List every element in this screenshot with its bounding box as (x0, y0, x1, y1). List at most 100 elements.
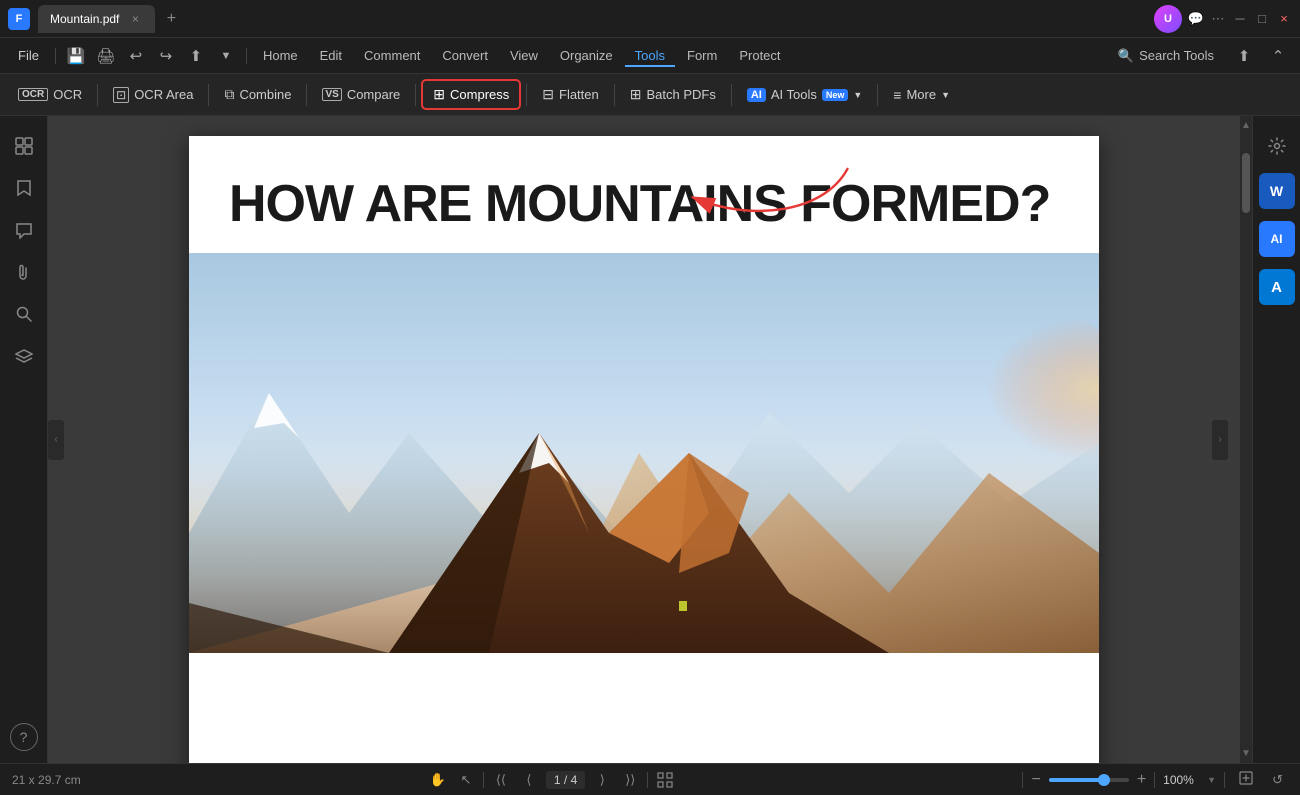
menu-view[interactable]: View (500, 44, 548, 67)
zoom-fill (1049, 778, 1101, 782)
pdf-image (189, 253, 1099, 653)
nav-prev-button[interactable]: ⟨ (518, 769, 540, 791)
azure-plugin-button[interactable]: A (1259, 269, 1295, 305)
ai-tools-button[interactable]: AI AI Tools New ▼ (737, 82, 872, 107)
menu-convert[interactable]: Convert (432, 44, 498, 67)
compare-button[interactable]: VS Compare (312, 82, 410, 107)
ocr-area-button[interactable]: ⊡ OCR Area (103, 82, 203, 108)
fit-page-button[interactable] (1233, 768, 1259, 791)
zoom-slider[interactable] (1049, 778, 1129, 782)
dropdown-icon[interactable]: ▼ (212, 42, 240, 70)
status-bar: 21 x 29.7 cm ✋ ↖ ⟨⟨ ⟨ 1 / 4 ⟩ ⟩⟩ − + 100… (0, 763, 1300, 795)
page-dimensions: 21 x 29.7 cm (12, 773, 81, 787)
share-icon[interactable]: ⬆ (182, 42, 210, 70)
scroll-thumb[interactable] (1242, 153, 1250, 213)
menu-form[interactable]: Form (677, 44, 727, 67)
sidebar-settings-icon[interactable] (1259, 128, 1295, 164)
compare-label: Compare (347, 87, 400, 102)
flatten-label: Flatten (559, 87, 599, 102)
flatten-icon: ⊟ (542, 86, 554, 103)
zoom-in-button[interactable]: + (1137, 771, 1146, 789)
search-sidebar-icon[interactable] (6, 296, 42, 332)
tab-name: Mountain.pdf (50, 12, 119, 26)
page-indicator[interactable]: 1 / 4 (546, 771, 585, 789)
menu-separator-2 (246, 48, 247, 64)
left-sidebar: ? (0, 116, 48, 763)
zoom-dropdown-icon[interactable]: ▼ (1207, 775, 1216, 785)
cursor-tool-button[interactable]: ↖ (455, 769, 477, 791)
pdf-title: HOW ARE MOUNTAINS FORMED? (189, 136, 1099, 253)
batch-pdfs-icon: ⊞ (630, 86, 642, 103)
compress-button[interactable]: ⊞ Compress (421, 79, 521, 110)
attachments-icon[interactable] (6, 254, 42, 290)
menu-edit[interactable]: Edit (310, 44, 352, 67)
tab-close-button[interactable]: × (127, 11, 143, 27)
comments-icon[interactable] (6, 212, 42, 248)
menu-home[interactable]: Home (253, 44, 308, 67)
redo-icon[interactable]: ↪ (152, 42, 180, 70)
nav-first-button[interactable]: ⟨⟨ (490, 769, 512, 791)
toolbar-sep-1 (97, 84, 98, 106)
search-tools-button[interactable]: 🔍 Search Tools (1108, 44, 1224, 68)
search-icon: 🔍 (1118, 48, 1134, 64)
search-tools-label: Search Tools (1139, 48, 1214, 63)
ai-tools-dropdown: ▼ (853, 90, 862, 100)
menu-comment[interactable]: Comment (354, 44, 430, 67)
ocr-label: OCR (53, 87, 82, 102)
layers-icon[interactable] (6, 338, 42, 374)
ai-tools-icon: AI (747, 88, 766, 102)
combine-icon: ⧉ (224, 86, 234, 103)
print-icon[interactable]: 🖨 (92, 42, 120, 70)
more-label: More (906, 87, 936, 102)
rotate-button[interactable]: ↺ (1267, 770, 1288, 790)
ocr-area-icon: ⊡ (113, 87, 129, 103)
menu-organize[interactable]: Organize (550, 44, 623, 67)
right-sidebar: W AI A (1252, 116, 1300, 763)
scroll-track[interactable]: ▲ ▼ (1240, 116, 1252, 763)
tab-bar: Mountain.pdf × + (38, 5, 1146, 33)
zoom-out-button[interactable]: − (1031, 771, 1040, 789)
collapse-left-button[interactable]: ‹ (48, 420, 64, 460)
compress-icon: ⊞ (433, 86, 445, 103)
batch-pdfs-button[interactable]: ⊞ Batch PDFs (620, 81, 726, 108)
more-tools-button[interactable]: ≡ More ▼ (883, 82, 960, 108)
scroll-down-button[interactable]: ▼ (1239, 746, 1253, 761)
ocr-button[interactable]: OCR OCR (8, 82, 92, 107)
content-area: ‹ HOW ARE MOUNTAINS FORMED? (48, 116, 1240, 763)
combine-label: Combine (239, 87, 291, 102)
status-right: − + 100% ▼ ↺ (1022, 768, 1288, 791)
new-tab-button[interactable]: + (159, 7, 183, 31)
nav-next-button[interactable]: ⟩ (591, 769, 613, 791)
minimize-button[interactable]: ─ (1232, 11, 1248, 27)
close-button[interactable]: × (1276, 11, 1292, 27)
scroll-up-button[interactable]: ▲ (1239, 118, 1253, 133)
more-dropdown-icon: ▼ (941, 90, 950, 100)
menu-tools[interactable]: Tools (625, 44, 675, 67)
help-icon[interactable]: ? (10, 723, 38, 751)
save-icon[interactable]: 💾 (62, 42, 90, 70)
hand-tool-button[interactable]: ✋ (427, 769, 449, 791)
upload-icon[interactable]: ⬆ (1230, 42, 1258, 70)
collapse-icon[interactable]: ⌃ (1264, 42, 1292, 70)
ai-plugin-button[interactable]: AI (1259, 221, 1295, 257)
status-sep-4 (1154, 772, 1155, 788)
collapse-right-button[interactable]: › (1212, 420, 1228, 460)
nav-last-button[interactable]: ⟩⟩ (619, 769, 641, 791)
undo-icon[interactable]: ↩ (122, 42, 150, 70)
active-tab[interactable]: Mountain.pdf × (38, 5, 155, 33)
chat-icon[interactable]: 💬 (1188, 11, 1204, 27)
batch-pdfs-label: Batch PDFs (646, 87, 715, 102)
thumbnails-icon[interactable] (6, 128, 42, 164)
menu-protect[interactable]: Protect (729, 44, 790, 67)
word-plugin-button[interactable]: W (1259, 173, 1295, 209)
bookmarks-icon[interactable] (6, 170, 42, 206)
maximize-button[interactable]: □ (1254, 11, 1270, 27)
fit-window-button[interactable] (654, 769, 676, 791)
user-avatar[interactable]: U (1154, 5, 1182, 33)
menu-right-actions: 🔍 Search Tools ⬆ ⌃ (1108, 42, 1292, 70)
file-menu[interactable]: File (8, 44, 49, 67)
zoom-thumb[interactable] (1098, 774, 1110, 786)
more-options-icon[interactable]: ⋯ (1210, 11, 1226, 27)
flatten-button[interactable]: ⊟ Flatten (532, 81, 608, 108)
combine-button[interactable]: ⧉ Combine (214, 81, 301, 108)
